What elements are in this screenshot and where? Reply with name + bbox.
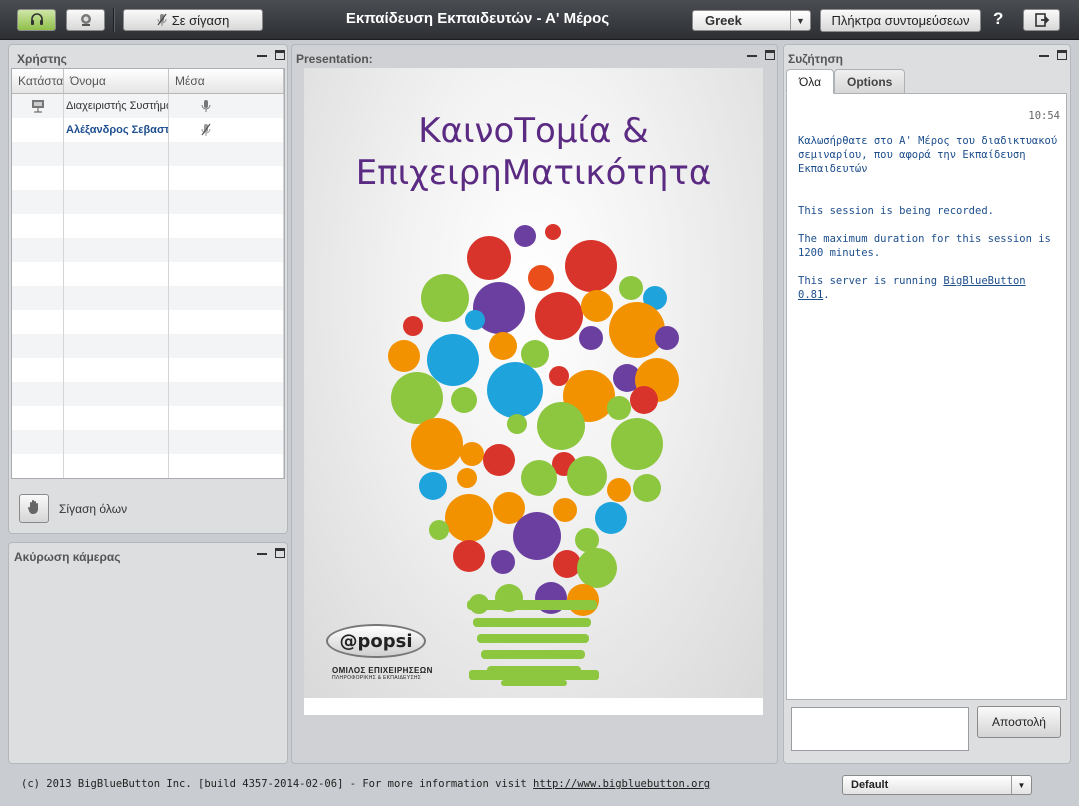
- layout-value: Default: [851, 779, 889, 791]
- users-grid: Κατάστα Όνομα Μέσα Διαχειριστής Συστήματ…: [11, 68, 285, 479]
- slide-title: ΚαινοΤομία & ΕπιχειρηΜατικότητα: [304, 110, 763, 194]
- slide-title-line1: ΚαινοΤομία &: [418, 111, 649, 151]
- table-row: [12, 430, 284, 454]
- logo-line2: ΠΛΗΡΟΦΟΡΙΚΗΣ & ΕΚΠΑΙΔΕΥΣΗΣ: [332, 675, 422, 681]
- logout-icon: [1034, 12, 1050, 28]
- maximize-icon[interactable]: [1057, 50, 1067, 60]
- maximize-icon[interactable]: [275, 50, 285, 60]
- chat-message-server: This server is running BigBlueButton 0.8…: [798, 275, 1026, 301]
- column-header-status[interactable]: Κατάστα: [12, 69, 64, 93]
- logo-mark: @popsi: [326, 624, 426, 658]
- chevron-down-icon: ▼: [790, 11, 810, 30]
- logo-line1: ΟΜΙΛΟΣ ΕΠΙΧΕΙΡΗΣΕΩΝ: [332, 666, 433, 675]
- apopsi-logo: @popsi ΟΜΙΛΟΣ ΕΠΙΧΕΙΡΗΣΕΩΝ ΠΛΗΡΟΦΟΡΙΚΗΣ …: [326, 624, 436, 681]
- status-cell-empty: [12, 118, 64, 142]
- headset-button[interactable]: [17, 9, 56, 31]
- minimize-icon[interactable]: [1039, 50, 1049, 57]
- table-row: [12, 190, 284, 214]
- mute-all-label: Σίγαση όλων: [59, 502, 128, 516]
- minimize-icon[interactable]: [257, 548, 267, 555]
- slide-title-line2: ΕπιχειρηΜατικότητα: [355, 153, 712, 193]
- tab-options[interactable]: Options: [834, 69, 906, 94]
- table-row: [12, 310, 284, 334]
- hand-icon: [27, 499, 41, 518]
- users-panel-title: Χρήστης: [17, 52, 67, 66]
- user-name: Αλέξανδρος Σεβαστ: [64, 118, 169, 142]
- table-row: [12, 142, 284, 166]
- tab-all[interactable]: Όλα: [786, 69, 835, 94]
- table-row: [12, 286, 284, 310]
- shortcuts-button[interactable]: Πλήκτρα συντομεύσεων: [820, 9, 981, 32]
- top-toolbar: Σε σίγαση Εκπαίδευση Εκπαιδευτών - Α' Μέ…: [0, 0, 1079, 40]
- help-button[interactable]: ?: [993, 9, 1003, 29]
- webcam-icon: [78, 12, 94, 28]
- toolbar-separator: [113, 8, 115, 32]
- maximize-icon[interactable]: [765, 50, 775, 60]
- chat-message-recorded: This session is being recorded.: [798, 205, 994, 217]
- shortcuts-label: Πλήκτρα συντομεύσεων: [831, 13, 970, 28]
- webcam-button[interactable]: [66, 9, 105, 31]
- chat-message-welcome: Καλωσήρθατε στο Α' Μέρος του διαδικτυακο…: [798, 135, 1058, 175]
- table-row: [12, 358, 284, 382]
- headset-icon: [29, 12, 45, 28]
- table-row: [12, 214, 284, 238]
- slide-background: ΚαινοΤομία & ΕπιχειρηΜατικότητα @popsi Ο…: [304, 68, 763, 698]
- column-header-media[interactable]: Μέσα: [169, 69, 284, 93]
- table-row: [12, 454, 284, 478]
- mute-toggle-button[interactable]: Σε σίγαση: [123, 9, 263, 31]
- mute-all-button[interactable]: [19, 494, 49, 523]
- table-row: [12, 262, 284, 286]
- language-select[interactable]: Greek ▼: [692, 10, 811, 31]
- table-row[interactable]: Διαχειριστής Συστήματος: [12, 94, 284, 118]
- mic-muted-icon[interactable]: [169, 118, 284, 142]
- presenter-icon: [12, 94, 64, 118]
- presentation-panel-title: Presentation:: [296, 52, 373, 66]
- table-row[interactable]: Αλέξανδρος Σεβαστ: [12, 118, 284, 142]
- send-button[interactable]: Αποστολή: [977, 706, 1061, 738]
- logout-button[interactable]: [1023, 9, 1060, 31]
- table-row: [12, 382, 284, 406]
- layout-select[interactable]: Default ▼: [842, 775, 1032, 795]
- table-row: [12, 166, 284, 190]
- footer-text: (c) 2013 BigBlueButton Inc. [build 4357-…: [21, 778, 534, 790]
- chat-message-duration: The maximum duration for this session is…: [798, 233, 1051, 259]
- footer-link[interactable]: http://www.bigbluebutton.org: [533, 778, 710, 790]
- footer-copyright: (c) 2013 BigBlueButton Inc. [build 4357-…: [21, 778, 710, 790]
- mic-icon[interactable]: [169, 94, 284, 118]
- mic-muted-icon: [157, 13, 167, 27]
- users-grid-header: Κατάστα Όνομα Μέσα: [12, 69, 284, 94]
- chat-message-input[interactable]: [791, 707, 969, 751]
- user-name: Διαχειριστής Συστήματος: [64, 94, 169, 118]
- minimize-icon[interactable]: [257, 50, 267, 57]
- mute-toggle-label: Σε σίγαση: [171, 12, 230, 28]
- chevron-down-icon: ▼: [1011, 776, 1031, 794]
- video-panel: Ακύρωση κάμερας: [8, 542, 288, 764]
- video-panel-title: Ακύρωση κάμερας: [14, 550, 121, 564]
- presentation-slide[interactable]: ΚαινοΤομία & ΕπιχειρηΜατικότητα @popsi Ο…: [304, 68, 763, 715]
- minimize-icon[interactable]: [747, 50, 757, 57]
- meeting-title: Εκπαίδευση Εκπαιδευτών - Α' Μέρος: [345, 10, 610, 27]
- column-header-name[interactable]: Όνομα: [64, 69, 169, 93]
- users-grid-body: Διαχειριστής Συστήματος Αλέξανδρος Σεβασ…: [12, 94, 284, 478]
- table-row: [12, 238, 284, 262]
- chat-messages[interactable]: 10:54 Καλωσήρθατε στο Α' Μέρος του διαδι…: [786, 93, 1067, 700]
- table-row: [12, 334, 284, 358]
- table-row: [12, 406, 284, 430]
- chat-timestamp: 10:54: [1028, 110, 1060, 122]
- maximize-icon[interactable]: [275, 548, 285, 558]
- chat-panel-title: Συζήτηση: [788, 52, 843, 66]
- language-value: Greek: [705, 13, 742, 28]
